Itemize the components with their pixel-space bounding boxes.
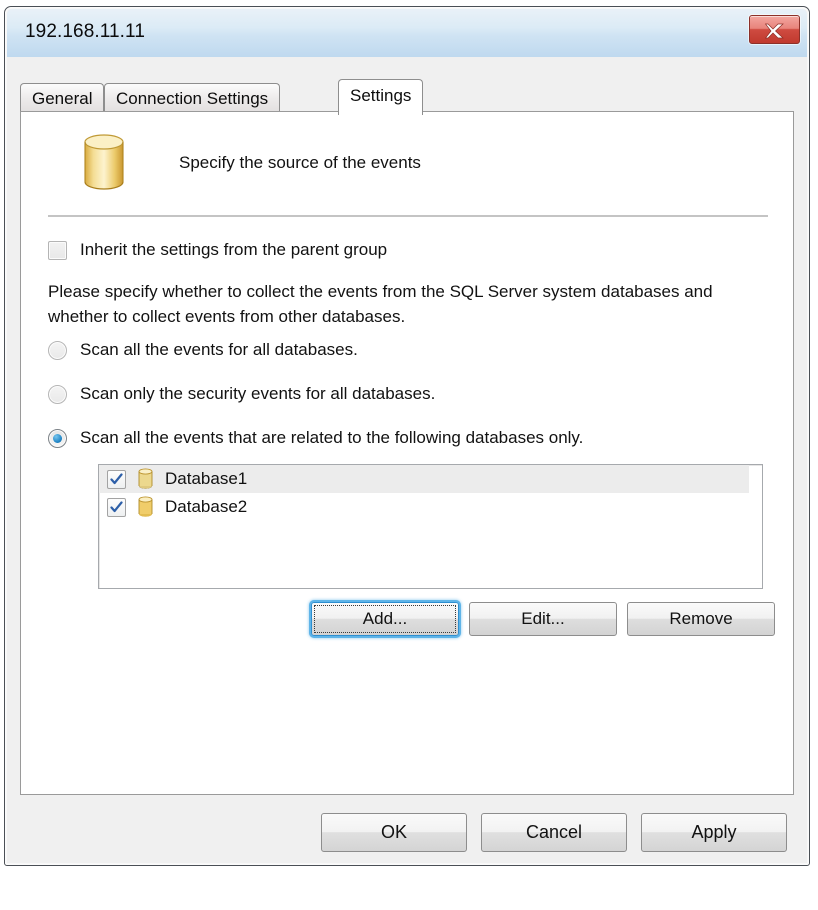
radio-button-indicator[interactable] — [48, 340, 67, 360]
tab-connection-settings[interactable]: Connection Settings — [104, 83, 281, 113]
radio-label: Scan all the events that are related to … — [80, 428, 584, 447]
radio-scan-selected-databases[interactable]: Scan all the events that are related to … — [48, 428, 583, 448]
panel-header: Specify the source of the events — [21, 112, 793, 210]
database-name: Database1 — [165, 469, 248, 488]
cancel-button-label: Cancel — [525, 822, 583, 842]
cancel-button[interactable]: Cancel — [481, 813, 627, 852]
close-icon — [765, 23, 784, 39]
database-checkbox[interactable] — [107, 469, 126, 489]
database-checkbox[interactable] — [107, 497, 126, 517]
database-cylinder-icon — [78, 130, 130, 197]
radio-label: Scan all the events for all databases. — [80, 340, 358, 359]
add-button-label: Add... — [362, 609, 408, 628]
ok-button-label: OK — [380, 822, 407, 842]
dialog-window: 192.168.11.11 General Connection Setting… — [4, 6, 810, 866]
close-button[interactable] — [749, 15, 800, 44]
edit-button[interactable]: Edit... — [469, 602, 617, 636]
apply-button-label: Apply — [691, 822, 737, 842]
radio-scan-security-events[interactable]: Scan only the security events for all da… — [48, 384, 435, 404]
remove-button[interactable]: Remove — [627, 602, 775, 636]
database-list-box[interactable]: Database1 Database2 — [98, 464, 763, 589]
tab-strip: General Connection Settings Settings — [20, 79, 794, 115]
database-cylinder-icon — [137, 468, 154, 490]
list-item[interactable]: Database2 — [99, 493, 762, 521]
inherit-settings-checkbox[interactable] — [48, 240, 67, 260]
database-cylinder-icon — [137, 496, 154, 518]
database-name: Database2 — [165, 497, 248, 516]
header-divider — [48, 215, 768, 217]
description-text: Please specify whether to collect the ev… — [48, 282, 713, 326]
settings-tab-panel: Specify the source of the events Inherit… — [20, 111, 794, 795]
remove-button-label: Remove — [669, 609, 733, 628]
edit-button-label: Edit... — [521, 609, 565, 628]
checkmark-icon — [110, 500, 123, 512]
radio-button-indicator[interactable] — [48, 428, 67, 448]
inherit-settings-label: Inherit the settings from the parent gro… — [80, 240, 388, 259]
list-item[interactable]: Database1 — [99, 465, 749, 493]
tab-general[interactable]: General — [20, 83, 105, 113]
apply-button[interactable]: Apply — [641, 813, 787, 852]
window-title: 192.168.11.11 — [25, 21, 145, 42]
tab-settings[interactable]: Settings — [338, 79, 424, 115]
radio-label: Scan only the security events for all da… — [80, 384, 436, 403]
add-button[interactable]: Add... — [311, 602, 459, 636]
radio-button-indicator[interactable] — [48, 384, 67, 404]
panel-caption: Specify the source of the events — [179, 153, 421, 172]
title-bar[interactable]: 192.168.11.11 — [7, 9, 807, 57]
checkmark-icon — [110, 472, 123, 484]
inherit-settings-checkbox-row[interactable]: Inherit the settings from the parent gro… — [48, 240, 387, 260]
radio-scan-all-events[interactable]: Scan all the events for all databases. — [48, 340, 358, 360]
ok-button[interactable]: OK — [321, 813, 467, 852]
